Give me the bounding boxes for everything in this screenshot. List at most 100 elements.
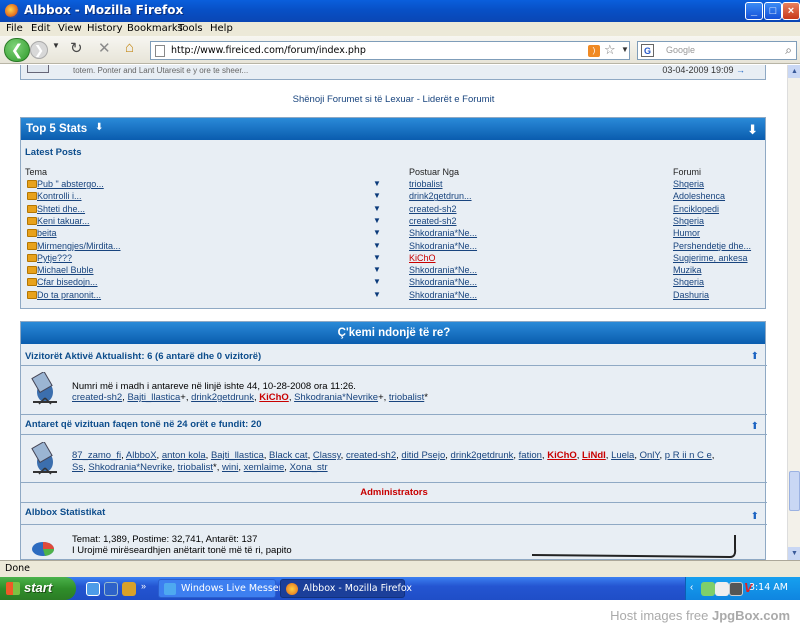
user-link[interactable]: Black cat [269,450,308,461]
monitor-tray-icon[interactable] [729,582,743,596]
post-topic-link[interactable]: Kontrolli i... [37,191,82,201]
collapse-visited-icon[interactable]: ⬆ [751,421,759,432]
user-link[interactable]: Shkodrania*Nevrike [294,392,378,403]
scroll-down-arrow[interactable]: ▼ [788,547,800,560]
post-forum-link[interactable]: Dashuria [673,290,709,300]
user-link[interactable]: KiChO [259,392,289,403]
close-button[interactable]: × [782,2,800,20]
forum-links[interactable]: Shënoji Forumet si të Lexuar - Liderët e… [0,94,787,105]
scroll-up-arrow[interactable]: ▲ [788,65,800,78]
post-topic-link[interactable]: Mirmengjes/Mirdita... [37,241,121,251]
post-forum-link[interactable]: Adoleshenca [673,191,725,201]
history-dropdown-icon[interactable]: ▼ [52,41,60,50]
url-bar[interactable]: http://www.fireiced.com/forum/index.php … [150,41,630,60]
user-link[interactable]: Classy [313,450,341,461]
post-author-link[interactable]: KiChO [409,253,436,263]
post-forum-link[interactable]: Pershendetje dhe... [673,241,751,251]
post-topic-link[interactable]: Cfar bisedojn... [37,277,98,287]
menu-tools[interactable]: Tools [178,23,203,34]
menu-file[interactable]: File [6,23,23,34]
post-topic-link[interactable]: Pytje??? [37,253,72,263]
vertical-scrollbar[interactable]: ▲ ▼ [787,65,800,560]
user-link[interactable]: xemlaime [244,462,285,473]
post-author-link[interactable]: Shkodrania*Ne... [409,228,477,238]
user-link[interactable]: LiNdI [582,450,606,461]
collapse-small-icon[interactable]: ⬇ [95,122,103,133]
collapse-stats-icon[interactable]: ⬆ [751,511,759,522]
network-tray-icon[interactable] [715,582,729,596]
user-link[interactable]: fation [519,450,542,461]
post-topic-link[interactable]: Michael Buble [37,265,94,275]
task-messenger[interactable]: Windows Live Messen... [158,579,294,598]
post-forum-link[interactable]: Enciklopedi [673,204,719,214]
post-forum-link[interactable]: Shqeria [673,216,704,226]
menu-history[interactable]: History [87,23,123,34]
user-link[interactable]: anton kola [162,450,206,461]
user-link[interactable]: 87_zamo_fi [72,450,121,461]
bookmark-star-icon[interactable]: ☆ [604,42,616,58]
back-button[interactable]: ❮ [4,38,30,62]
media-quicklaunch-icon[interactable] [122,582,136,596]
task-firefox[interactable]: Albbox - Mozilla Firefox [280,579,412,598]
collapse-icon[interactable]: ⬇ [747,122,758,138]
messenger-quicklaunch-icon[interactable] [104,582,118,596]
post-forum-link[interactable]: Humor [673,228,700,238]
tray-expand-icon[interactable]: ‹ [690,582,693,593]
user-link[interactable]: drink2getdrunk [191,392,254,403]
url-dropdown-icon[interactable]: ▼ [621,45,629,54]
user-link[interactable]: triobalist [178,462,213,473]
goto-post-icon[interactable]: ▼ [373,265,381,274]
forward-button[interactable]: ❯ [30,41,48,59]
post-forum-link[interactable]: Muzika [673,265,702,275]
goto-post-icon[interactable]: ▼ [373,179,381,188]
user-link[interactable]: KiChO [547,450,577,461]
menu-help[interactable]: Help [210,23,233,34]
user-link[interactable]: p R ii n C e [665,450,712,461]
goto-post-icon[interactable]: ▼ [373,290,381,299]
maximize-button[interactable]: □ [764,2,782,20]
google-engine-icon[interactable]: G [641,44,654,57]
search-input[interactable]: Google [666,45,695,55]
scroll-thumb[interactable] [789,471,800,511]
user-link[interactable]: Bajti_llastica [211,450,264,461]
goto-post-icon[interactable]: ▼ [373,191,381,200]
user-link[interactable]: created-sh2 [346,450,396,461]
post-forum-link[interactable]: Sugjerime, ankesa [673,253,748,263]
ie-quicklaunch-icon[interactable] [86,582,100,596]
goto-post-icon[interactable]: ▼ [373,204,381,213]
user-link[interactable]: OnlY [640,450,660,461]
post-author-link[interactable]: created-sh2 [409,216,457,226]
user-link[interactable]: Bajti_llastica [127,392,180,403]
post-forum-link[interactable]: Shqeria [673,179,704,189]
post-author-link[interactable]: Shkodrania*Ne... [409,277,477,287]
post-author-link[interactable]: triobalist [409,179,443,189]
post-author-link[interactable]: Shkodrania*Ne... [409,265,477,275]
user-link[interactable]: triobalist [389,392,424,403]
rss-feed-icon[interactable]: ) [588,45,600,57]
goto-post-icon[interactable]: ▼ [373,253,381,262]
post-topic-link[interactable]: Shteti dhe... [37,204,85,214]
post-topic-link[interactable]: Pub " abstergo... [37,179,104,189]
post-topic-link[interactable]: Keni takuar... [37,216,90,226]
post-author-link[interactable]: created-sh2 [409,204,457,214]
search-bar[interactable]: G Google ⌕ [637,41,797,60]
menu-bookmarks[interactable]: Bookmarks [127,23,183,34]
stop-icon[interactable]: ✕ [98,39,111,57]
goto-post-icon[interactable]: ▼ [373,277,381,286]
goto-post-icon[interactable]: ▼ [373,216,381,225]
user-link[interactable]: wini [222,462,238,473]
menu-edit[interactable]: Edit [31,23,50,34]
start-button[interactable]: start [0,577,76,600]
user-link[interactable]: Luela [611,450,634,461]
post-topic-link[interactable]: beita [37,228,57,238]
user-link[interactable]: Shkodrania*Nevrike [88,462,172,473]
user-link[interactable]: created-sh2 [72,392,122,403]
minimize-button[interactable]: _ [745,2,763,20]
post-forum-link[interactable]: Shqeria [673,277,704,287]
collapse-active-icon[interactable]: ⬆ [751,351,759,362]
search-icon[interactable]: ⌕ [785,43,792,58]
user-link[interactable]: Ss [72,462,83,473]
user-link[interactable]: drink2getdrunk [451,450,514,461]
messenger-tray-icon[interactable] [701,582,715,596]
reload-icon[interactable]: ↻ [70,39,83,57]
